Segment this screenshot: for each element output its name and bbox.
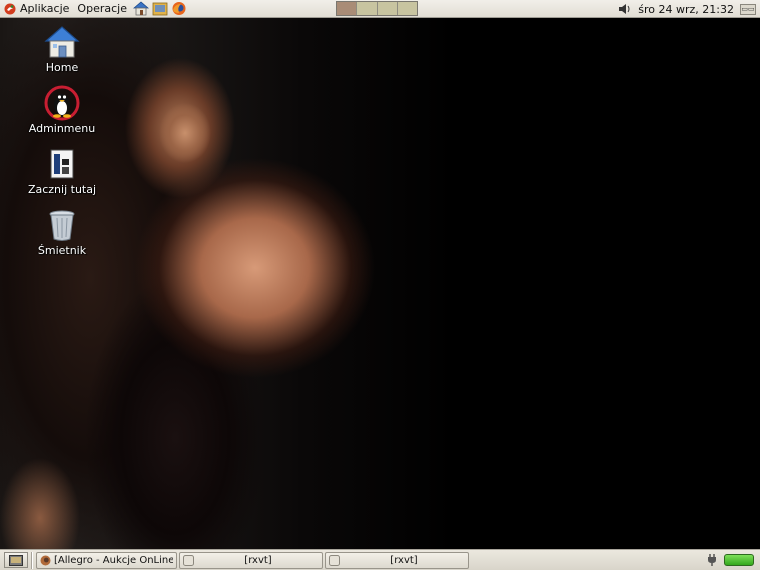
terminal-icon	[183, 554, 194, 566]
distro-logo-icon	[4, 3, 16, 14]
desktop-icon-label: Adminmenu	[28, 122, 96, 135]
show-desktop-button[interactable]	[4, 552, 28, 568]
applications-menu-label: Aplikacje	[20, 2, 70, 15]
workspace-4[interactable]	[397, 2, 417, 15]
file-manager-launcher[interactable]	[151, 1, 169, 17]
workspace-3[interactable]	[377, 2, 398, 15]
home-folder-icon	[44, 26, 80, 58]
home-folder-icon	[132, 1, 149, 16]
top-panel: Aplikacje Operacje śro 24 wrz, 21:32 ▭▭	[0, 0, 760, 18]
actions-menu[interactable]: Operacje	[73, 0, 131, 18]
desktop-icon-trash[interactable]: Śmietnik	[20, 207, 104, 257]
applications-menu[interactable]: Aplikacje	[0, 0, 73, 18]
workspace-switcher[interactable]	[336, 1, 418, 16]
speaker-icon[interactable]	[618, 3, 632, 15]
desktop-icon-home[interactable]: Home	[20, 24, 104, 74]
panel-separator	[31, 551, 33, 569]
firefox-launcher[interactable]	[170, 1, 188, 17]
desktop-icon-label: Śmietnik	[37, 244, 87, 257]
task-label: [rxvt]	[390, 554, 418, 566]
show-desktop-icon	[9, 554, 23, 566]
task-label: [Allegro - Aukcje OnLine - Mo	[54, 554, 173, 566]
task-button-terminal-2[interactable]: [rxvt]	[325, 551, 469, 569]
keyboard-layout-icon[interactable]: ▭▭	[740, 3, 756, 15]
bottom-tray	[706, 552, 754, 568]
start-here-icon	[50, 149, 74, 179]
task-button-terminal-1[interactable]: [rxvt]	[179, 551, 323, 569]
home-launcher[interactable]	[132, 1, 150, 17]
desktop-icon-label: Zacznij tutaj	[27, 183, 97, 196]
tux-penguin-icon	[44, 85, 80, 121]
actions-menu-label: Operacje	[77, 2, 127, 15]
workspace-1[interactable]	[337, 2, 358, 15]
terminal-icon	[329, 554, 340, 566]
power-plug-icon[interactable]	[706, 553, 718, 567]
task-label: [rxvt]	[244, 554, 272, 566]
firefox-icon	[40, 555, 51, 565]
firefox-icon	[172, 2, 186, 15]
desktop-icon-adminmenu[interactable]: Adminmenu	[20, 85, 104, 135]
desktop-wallpaper	[0, 18, 760, 549]
task-button-browser[interactable]: [Allegro - Aukcje OnLine - Mo	[36, 551, 177, 569]
file-manager-icon	[152, 2, 168, 16]
desktop-icon-label: Home	[45, 61, 79, 74]
workspace-2[interactable]	[357, 2, 378, 15]
top-tray: śro 24 wrz, 21:32 ▭▭	[618, 0, 756, 18]
trash-icon	[49, 210, 75, 241]
clock[interactable]: śro 24 wrz, 21:32	[638, 3, 734, 16]
desktop-icon-start-here[interactable]: Zacznij tutaj	[20, 146, 104, 196]
battery-icon[interactable]	[724, 554, 754, 566]
bottom-panel: [Allegro - Aukcje OnLine - Mo [rxvt] [rx…	[0, 549, 760, 570]
